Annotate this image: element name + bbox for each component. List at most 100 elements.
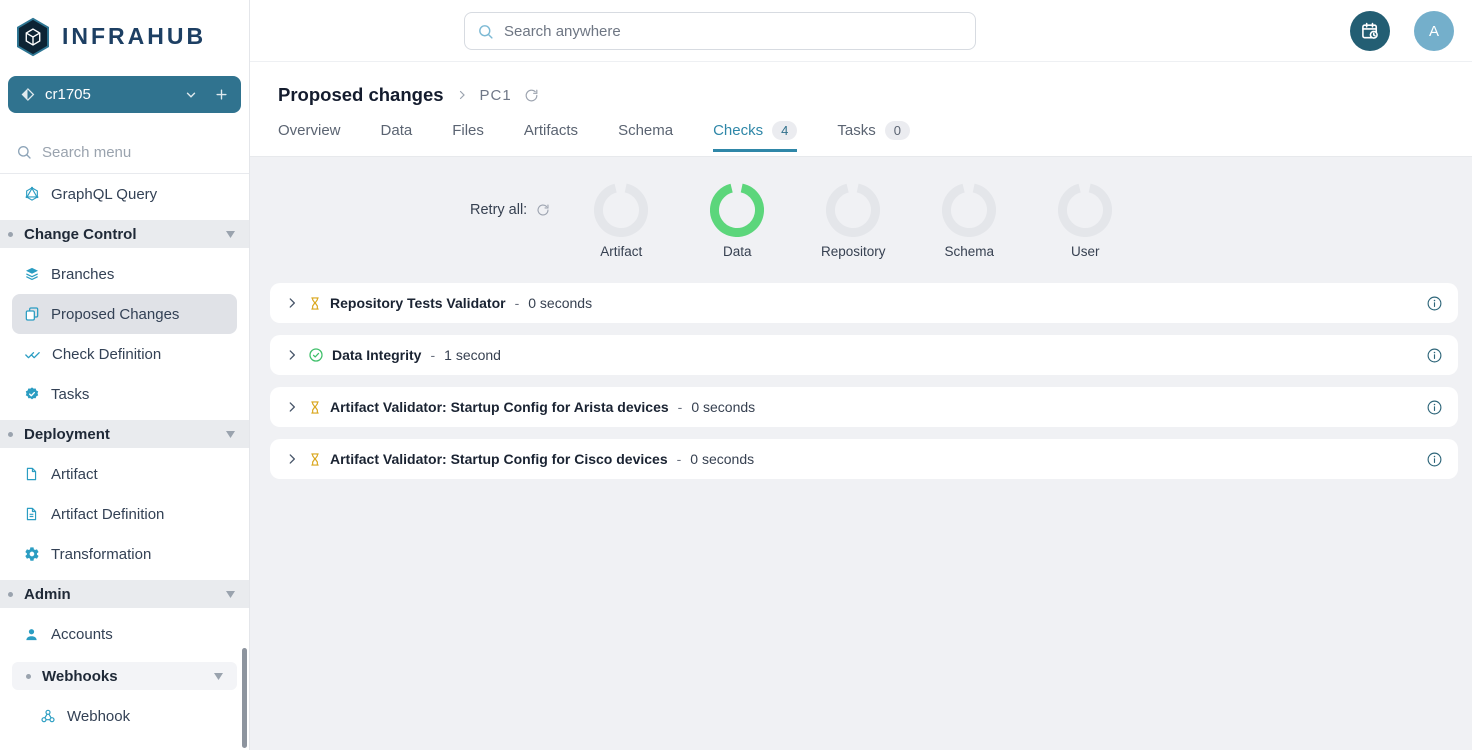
- sidebar-item-accounts[interactable]: Accounts: [0, 614, 249, 654]
- tasks-icon: [24, 386, 40, 402]
- expand-row-button[interactable]: [285, 348, 299, 362]
- infrahub-logo[interactable]: INFRAHUB: [0, 0, 249, 62]
- expand-row-button[interactable]: [285, 452, 299, 466]
- check-definition-icon: [24, 346, 41, 362]
- branch-selector-label: cr1705: [45, 86, 91, 103]
- chevron-collapse-icon[interactable]: [226, 591, 235, 598]
- sidebar-nav: GraphQL Query Change Control BranchesPropo…: [0, 174, 249, 736]
- search-icon: [477, 23, 494, 40]
- info-icon: [1426, 451, 1443, 468]
- tab-artifacts[interactable]: Artifacts: [524, 117, 578, 152]
- separator: -: [678, 399, 683, 415]
- breadcrumb: Proposed changes PC1: [250, 62, 1472, 106]
- schedule-button[interactable]: [1350, 11, 1390, 51]
- avatar[interactable]: A: [1414, 11, 1454, 51]
- tab-count-badge: 4: [772, 121, 797, 140]
- refresh-page-button[interactable]: [524, 88, 539, 103]
- hourglass-icon: [308, 400, 322, 415]
- tab-tasks[interactable]: Tasks0: [837, 117, 910, 152]
- checks-panel: Retry all: ArtifactDataRepositorySchemaU…: [250, 157, 1472, 750]
- check-ring-repository[interactable]: Repository: [795, 183, 911, 259]
- accounts-icon: [24, 627, 40, 642]
- check-rings: Artifact DataRepository Schema User: [563, 183, 1143, 259]
- branch-icon: [20, 87, 35, 102]
- global-search-input[interactable]: [504, 23, 963, 40]
- sidebar-group-label: Deployment: [24, 426, 110, 443]
- sidebar-item-artifact[interactable]: Artifact: [0, 454, 249, 494]
- chevron-down-icon[interactable]: [184, 88, 198, 102]
- check-ring-schema[interactable]: Schema: [911, 183, 1027, 259]
- sidebar-group-change-control[interactable]: Change Control: [0, 220, 249, 248]
- check-duration: 0 seconds: [691, 399, 755, 415]
- check-duration: 0 seconds: [690, 451, 754, 467]
- artifact-icon: [24, 466, 40, 482]
- chevron-collapse-icon[interactable]: [214, 673, 223, 680]
- sidebar-item-label: Transformation: [51, 546, 151, 563]
- proposed-changes-icon: [24, 306, 40, 322]
- tab-schema[interactable]: Schema: [618, 117, 673, 152]
- create-branch-button[interactable]: [214, 87, 229, 102]
- sidebar-group-admin[interactable]: Admin: [0, 580, 249, 608]
- expand-row-button[interactable]: [285, 400, 299, 414]
- check-info-button[interactable]: [1426, 399, 1443, 416]
- check-title: Repository Tests Validator: [330, 295, 506, 311]
- separator: -: [430, 347, 435, 363]
- check-info-button[interactable]: [1426, 295, 1443, 312]
- bullet-icon: [8, 592, 13, 597]
- sidebar-item-artifact-definition[interactable]: Artifact Definition: [0, 494, 249, 534]
- retry-all-button[interactable]: [536, 203, 550, 217]
- tab-count-badge: 0: [885, 121, 910, 140]
- hourglass-icon: [308, 452, 322, 467]
- check-duration: 1 second: [444, 347, 501, 363]
- progress-ring-icon: [1058, 183, 1112, 237]
- sidebar-item-transformation[interactable]: Transformation: [0, 534, 249, 574]
- chevron-right-icon: [285, 400, 299, 414]
- check-title: Artifact Validator: Startup Config for A…: [330, 399, 669, 415]
- sidebar-search-input[interactable]: [42, 144, 212, 161]
- page-header: Proposed changes PC1 Overview Data Files Ar…: [250, 62, 1472, 157]
- info-icon: [1426, 399, 1443, 416]
- check-list: Repository Tests Validator-0 secondsData…: [270, 283, 1458, 479]
- tab-data[interactable]: Data: [381, 117, 413, 152]
- global-search[interactable]: [464, 12, 976, 50]
- brand-name: INFRAHUB: [62, 23, 206, 50]
- separator: -: [677, 451, 682, 467]
- sidebar-item-label: Artifact Definition: [51, 506, 164, 523]
- calendar-clock-icon: [1360, 21, 1380, 41]
- hourglass-icon: [308, 296, 322, 311]
- sidebar-item-tasks[interactable]: Tasks: [0, 374, 249, 414]
- expand-row-button[interactable]: [285, 296, 299, 310]
- check-row: Artifact Validator: Startup Config for A…: [270, 387, 1458, 427]
- info-icon: [1426, 295, 1443, 312]
- sidebar-group-deployment[interactable]: Deployment: [0, 420, 249, 448]
- ring-label: Artifact: [600, 244, 642, 259]
- sidebar-item-check-definition[interactable]: Check Definition: [0, 334, 249, 374]
- branch-selector[interactable]: cr1705: [8, 76, 241, 113]
- sidebar-item-proposed-changes[interactable]: Proposed Changes: [12, 294, 237, 334]
- check-info-button[interactable]: [1426, 347, 1443, 364]
- sidebar-scrollbar[interactable]: [242, 648, 247, 748]
- sidebar-group-webhooks[interactable]: Webhooks: [12, 662, 237, 690]
- ring-label: Schema: [944, 244, 994, 259]
- sidebar-item-label: GraphQL Query: [51, 186, 157, 203]
- check-ring-artifact[interactable]: Artifact: [563, 183, 679, 259]
- check-title: Data Integrity: [332, 347, 421, 363]
- check-ring-user[interactable]: User: [1027, 183, 1143, 259]
- check-info-button[interactable]: [1426, 451, 1443, 468]
- breadcrumb-item[interactable]: PC1: [480, 87, 512, 104]
- chevron-collapse-icon[interactable]: [226, 431, 235, 438]
- sidebar-group-label: Admin: [24, 586, 71, 603]
- tab-label: Files: [452, 122, 484, 139]
- chevron-collapse-icon[interactable]: [226, 231, 235, 238]
- tab-checks[interactable]: Checks4: [713, 117, 797, 152]
- tab-overview[interactable]: Overview: [278, 117, 341, 152]
- refresh-icon: [536, 203, 550, 217]
- sidebar-search[interactable]: [0, 131, 249, 174]
- sidebar-item-graphql-query[interactable]: GraphQL Query: [0, 174, 249, 214]
- check-circle-icon: [308, 347, 324, 363]
- tab-files[interactable]: Files: [452, 117, 484, 152]
- sidebar-item-webhook[interactable]: Webhook: [0, 696, 249, 736]
- sidebar-item-branches[interactable]: Branches: [0, 254, 249, 294]
- check-ring-data[interactable]: Data: [679, 183, 795, 259]
- page-title[interactable]: Proposed changes: [278, 84, 444, 106]
